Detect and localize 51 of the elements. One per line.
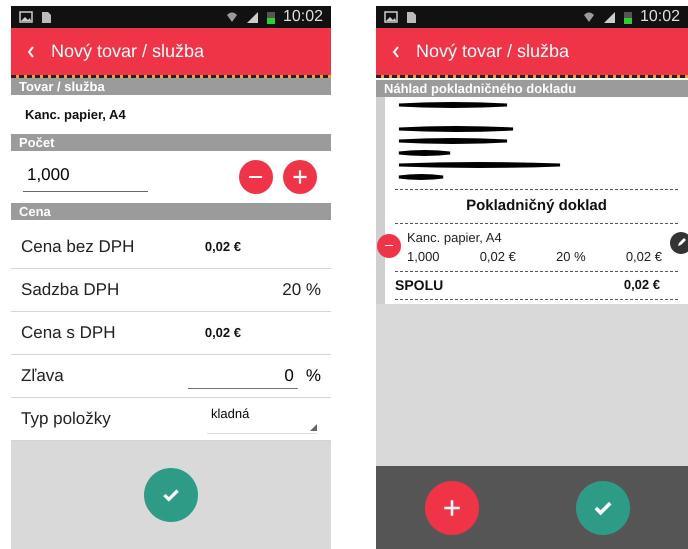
battery-icon: [624, 10, 632, 24]
back-icon[interactable]: [392, 46, 400, 58]
edit-item-button[interactable]: [670, 232, 688, 254]
row-label: Sadzba DPH: [21, 279, 120, 302]
receipt-item-total: 0,02 €: [626, 248, 662, 266]
screen-title: Nový tovar / služba: [416, 40, 570, 63]
clock: 10:02: [640, 9, 680, 25]
section-header: Cena: [11, 203, 331, 220]
document-icon: [406, 10, 417, 24]
receipt-item-price: 0,02 €: [480, 248, 516, 266]
row-label: Zľava: [21, 365, 64, 388]
increase-button[interactable]: [283, 160, 317, 194]
row-value: 0,02 €: [204, 324, 241, 342]
item-name: Kanc. papier, A4: [25, 106, 126, 124]
section-header: Tovar / služba: [11, 78, 331, 95]
row-label: Typ položky: [21, 408, 111, 430]
receipt-item-name: Kanc. papier, A4: [407, 228, 503, 247]
pencil-icon: [676, 237, 686, 248]
screen-title: Nový tovar / služba: [51, 40, 204, 63]
receipt-item-vat: 20 %: [556, 248, 586, 266]
image-icon: [19, 11, 33, 23]
discount-field[interactable]: 0: [188, 362, 298, 390]
document-icon: [41, 10, 52, 24]
image-icon: [384, 11, 398, 23]
decrease-button[interactable]: [239, 160, 273, 194]
wifi-icon: [226, 11, 238, 23]
remove-item-button[interactable]: [377, 234, 401, 258]
receipt-title: Pokladničný doklad: [465, 196, 608, 216]
back-icon[interactable]: [27, 46, 35, 58]
redaction-scribble: [397, 173, 445, 181]
minus-icon: [384, 244, 394, 246]
receipt-item-quantity: 1,000: [407, 248, 440, 266]
row-value: 20 %: [282, 279, 321, 302]
type-dropdown[interactable]: kladná: [207, 404, 317, 434]
dropdown-corner-icon: [310, 424, 317, 431]
total-value: 0,02 €: [624, 276, 660, 294]
row-value: 0,02 €: [204, 238, 241, 256]
battery-icon: [266, 10, 275, 24]
minus-icon: [249, 176, 263, 178]
redaction-scribble: [397, 149, 452, 157]
total-label: SPOLU: [395, 276, 444, 294]
signal-icon: [602, 11, 616, 23]
clock: 10:02: [282, 9, 323, 25]
row-label: Cena s DPH: [21, 322, 116, 344]
section-header: Počet: [11, 134, 331, 151]
quantity-field[interactable]: 1,000: [23, 162, 148, 192]
wifi-icon: [582, 11, 595, 23]
unit-label: %: [306, 365, 321, 388]
row-label: Cena bez DPH: [21, 236, 134, 258]
section-header: Náhlad pokladničného dokladu: [376, 80, 688, 97]
signal-icon: [246, 11, 259, 23]
